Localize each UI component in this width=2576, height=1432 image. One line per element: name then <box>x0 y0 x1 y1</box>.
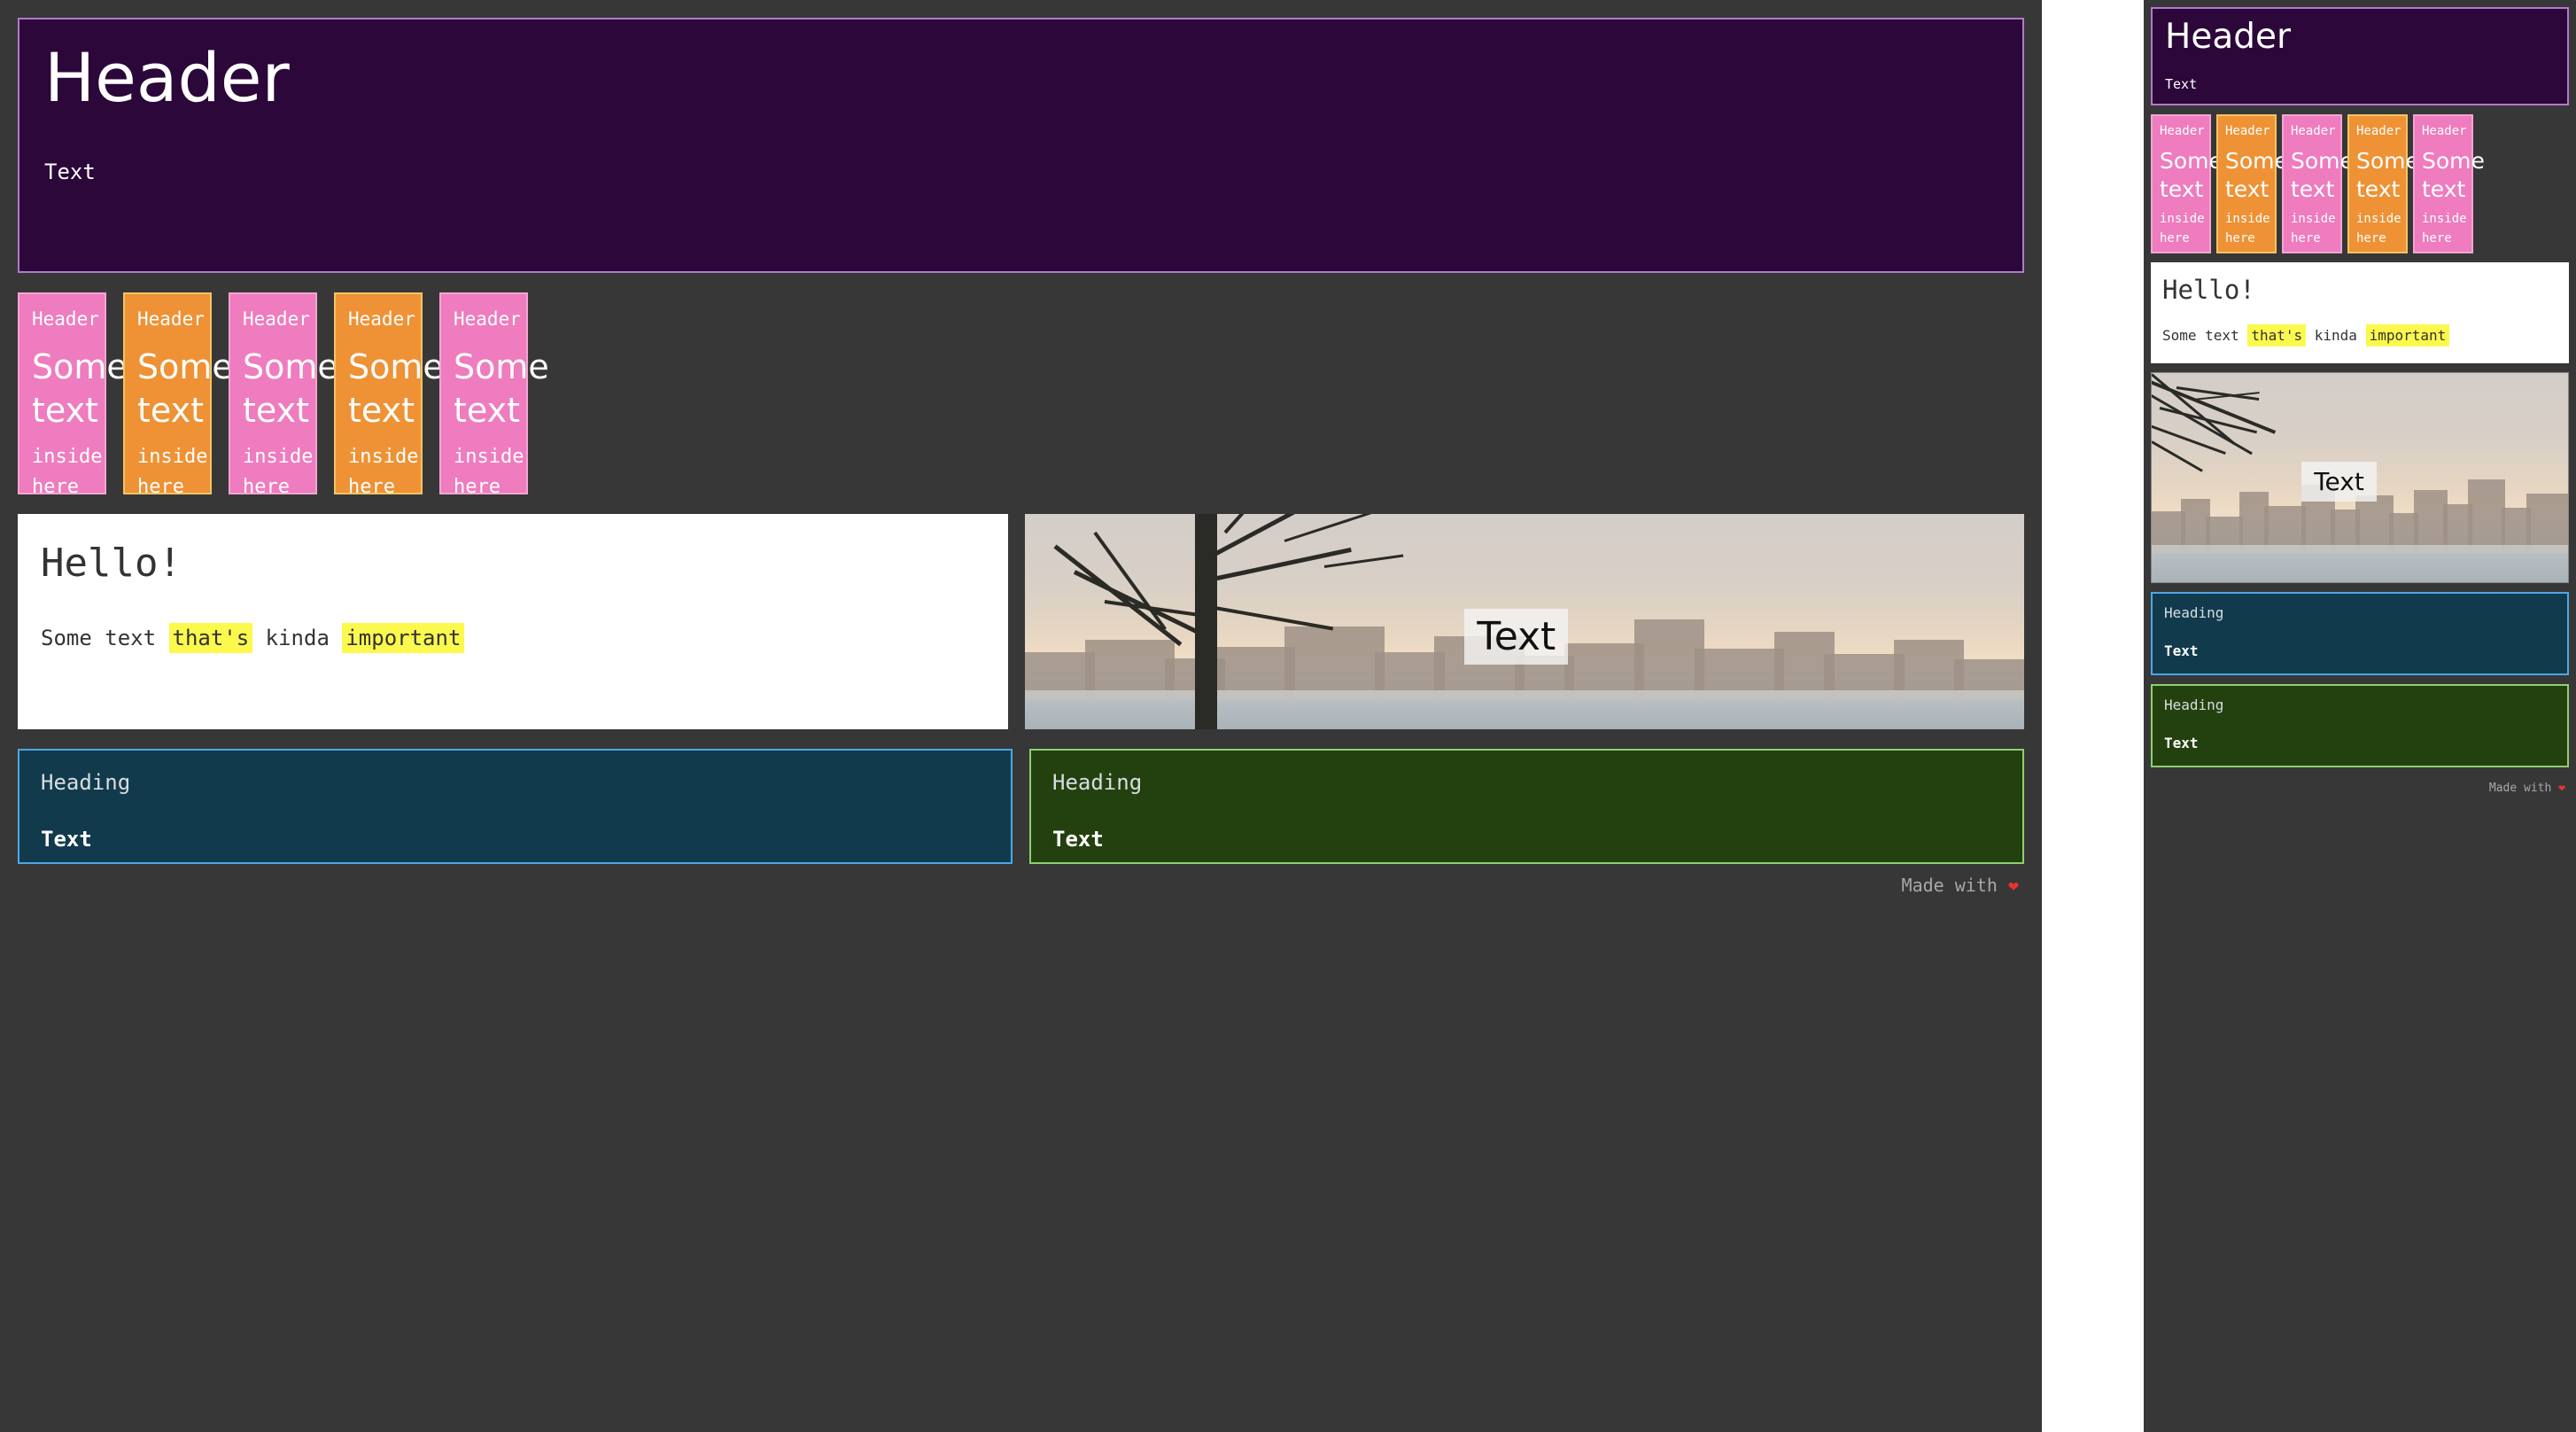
box-text: Text <box>2164 735 2199 752</box>
mini-card-body: Some text <box>348 347 444 430</box>
mini-card-tail: inside here <box>454 446 524 494</box>
mini-card-header: Header <box>137 308 205 330</box>
mini-card-header: Header <box>2291 124 2336 138</box>
hello-text-segment: Some text <box>2162 327 2248 344</box>
mini-card[interactable]: Header Some text inside here <box>2216 114 2288 253</box>
hero-subtext: Text <box>2165 75 2198 92</box>
mini-card-body: Some text <box>2225 148 2288 202</box>
bottom-box-row: Heading Text Heading Text <box>2151 592 2569 768</box>
box-text: Text <box>1052 827 1104 852</box>
mini-card-tail: inside here <box>2225 212 2270 245</box>
mini-card[interactable]: Header Some text inside here <box>334 292 444 494</box>
mini-card[interactable]: Header Some text inside here <box>2413 114 2485 253</box>
mini-card-body: Some text <box>137 347 233 430</box>
mini-card-tail: inside here <box>243 446 314 494</box>
info-box-green[interactable]: Heading Text <box>2151 684 2569 768</box>
hero-header: Header Text <box>2151 7 2569 105</box>
mini-card-strip: Header Some text inside here Header Some… <box>2151 114 2569 253</box>
mini-card-body: Some text <box>2422 148 2485 202</box>
hello-card: Hello! Some text that's kinda important <box>18 514 1008 729</box>
box-text: Text <box>41 827 92 852</box>
panel-divider <box>2042 0 2144 1432</box>
box-heading: Heading <box>41 770 131 795</box>
mini-card-tail: inside here <box>2160 212 2205 245</box>
page-title: Header <box>44 38 290 117</box>
hero-header: Header Text <box>18 18 2024 273</box>
hello-card: Hello! Some text that's kinda important <box>2151 262 2569 364</box>
photo-card: Text <box>2151 372 2569 584</box>
bottom-box-row: Heading Text Heading Text <box>18 749 2024 864</box>
hello-text-segment: kinda <box>2306 327 2366 344</box>
mini-card-tail: inside here <box>137 446 208 494</box>
highlighted-phrase: that's <box>2247 324 2307 346</box>
hero-subtext: Text <box>44 159 96 184</box>
mini-card-header: Header <box>243 308 310 330</box>
hello-paragraph: Some text that's kinda important <box>41 621 985 655</box>
mobile-viewport-panel: Header Text Header Some text inside here… <box>2144 0 2576 1432</box>
footer-credit: Made with ❤ <box>2151 776 2569 795</box>
info-box-teal[interactable]: Heading Text <box>2151 592 2569 676</box>
hello-text-segment: kinda <box>252 626 343 650</box>
heart-icon: ❤ <box>2558 782 2565 796</box>
box-text: Text <box>2164 642 2199 660</box>
mini-card-body: Some text <box>243 347 338 430</box>
photo-overlay-label: Text <box>1464 608 1569 665</box>
mini-card-body: Some text <box>454 347 549 430</box>
mini-card[interactable]: Header Some text inside here <box>123 292 233 494</box>
mini-card-header: Header <box>348 308 415 330</box>
mini-card-header: Header <box>32 308 99 330</box>
highlighted-phrase: that's <box>168 623 253 653</box>
hello-title: Hello! <box>2162 275 2255 305</box>
mini-card-header: Header <box>454 308 521 330</box>
desktop-viewport-panel: Header Text Header Some text inside here… <box>0 0 2042 1432</box>
mini-card-tail: inside here <box>2356 212 2401 245</box>
hello-title: Hello! <box>41 541 182 586</box>
responsive-preview-stage: Header Text Header Some text inside here… <box>0 0 2576 1432</box>
footer-text: Made with <box>1901 875 1998 896</box>
mini-card[interactable]: Header Some text inside here <box>229 292 338 494</box>
mini-card-header: Header <box>2160 124 2205 138</box>
photo-card: Text <box>1025 514 2024 729</box>
mini-card[interactable]: Header Some text inside here <box>2282 114 2354 253</box>
mini-card[interactable]: Header Some text inside here <box>2151 114 2223 253</box>
box-heading: Heading <box>2164 697 2224 714</box>
mini-card-header: Header <box>2225 124 2270 138</box>
footer-credit: Made with ❤ <box>18 864 2024 896</box>
middle-row: Hello! Some text that's kinda important <box>18 514 2024 729</box>
mini-card-tail: inside here <box>348 446 419 494</box>
mini-card-tail: inside here <box>32 446 103 494</box>
mini-card-body: Some text <box>2291 148 2354 202</box>
box-heading: Heading <box>1052 770 1143 795</box>
mini-card-tail: inside here <box>2291 212 2336 245</box>
mini-card[interactable]: Header Some text inside here <box>439 292 549 494</box>
highlighted-phrase: important <box>2365 324 2450 346</box>
mini-card-tail: inside here <box>2422 212 2467 245</box>
mini-card-body: Some text <box>2160 148 2223 202</box>
photo-overlay-label: Text <box>2301 461 2377 502</box>
info-box-green[interactable]: Heading Text <box>1029 749 2024 864</box>
middle-row: Hello! Some text that's kinda important <box>2151 262 2569 584</box>
tree-trunk <box>1194 514 1217 729</box>
water-surface <box>1025 698 2024 729</box>
footer-text: Made with <box>2488 782 2552 796</box>
box-heading: Heading <box>2164 604 2224 622</box>
mini-card[interactable]: Header Some text inside here <box>2347 114 2419 253</box>
mini-card-body: Some text <box>32 347 128 430</box>
mini-card-header: Header <box>2356 124 2401 138</box>
highlighted-phrase: important <box>342 623 465 653</box>
mini-card[interactable]: Header Some text inside here <box>18 292 128 494</box>
hello-text-segment: Some text <box>41 626 169 650</box>
hello-paragraph: Some text that's kinda important <box>2162 324 2557 347</box>
water-surface <box>2152 553 2568 583</box>
heart-icon: ❤ <box>2007 875 2019 896</box>
page-title: Header <box>2165 17 2292 57</box>
mini-card-body: Some text <box>2356 148 2419 202</box>
mini-card-header: Header <box>2422 124 2467 138</box>
mini-card-strip: Header Some text inside here Header Some… <box>18 292 2024 494</box>
info-box-teal[interactable]: Heading Text <box>18 749 1013 864</box>
